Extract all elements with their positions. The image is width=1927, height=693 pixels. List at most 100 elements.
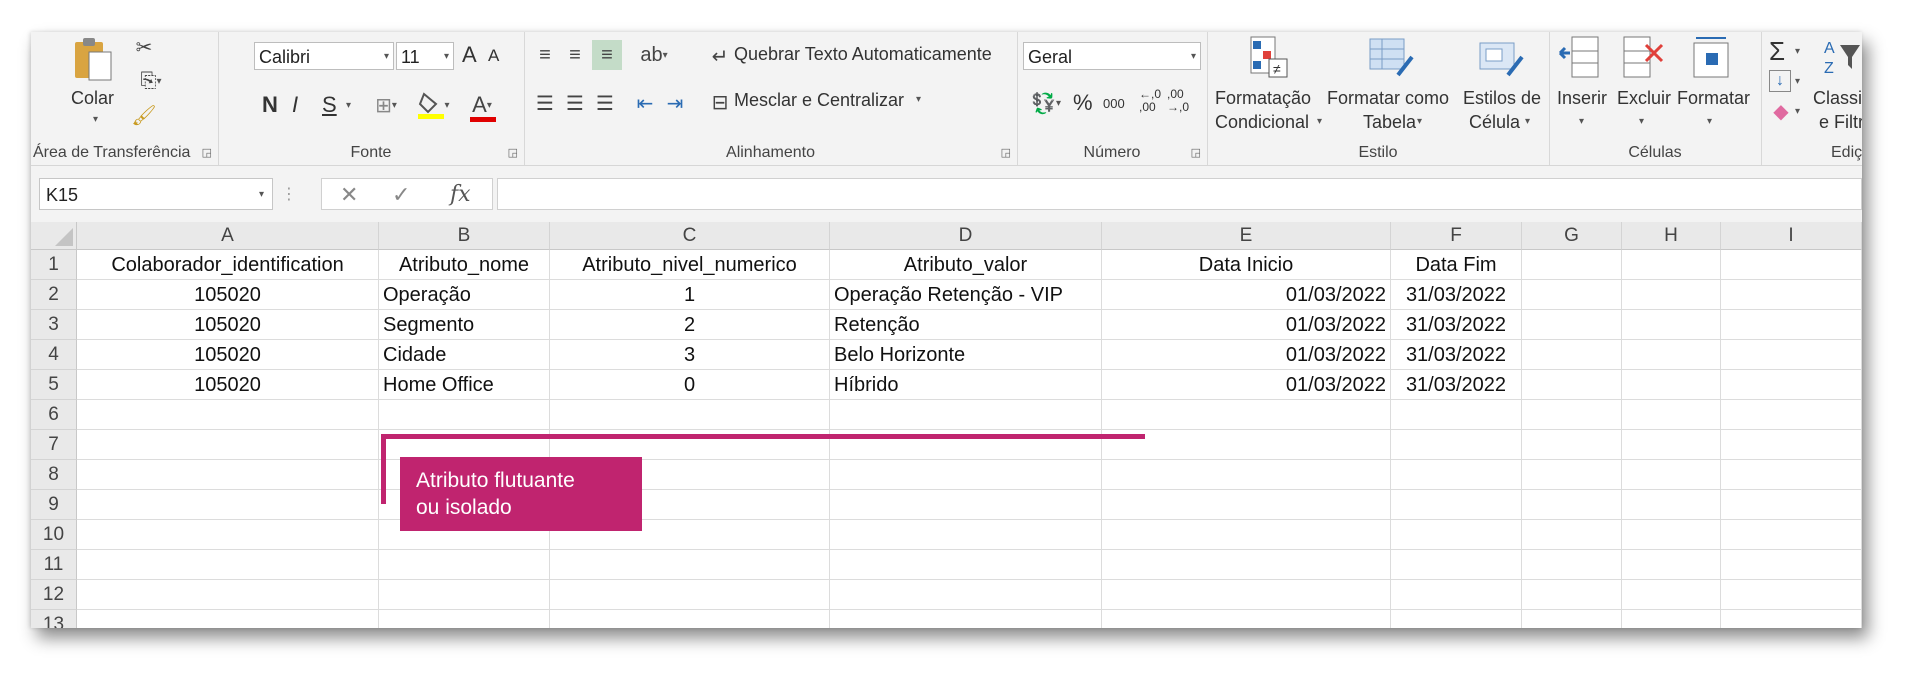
header-cell[interactable]: Atributo_nome (379, 250, 550, 280)
wrap-text-button[interactable]: Quebrar Texto Automaticamente (734, 44, 992, 65)
data-cell[interactable]: 105020 (77, 310, 379, 340)
data-cell[interactable]: Híbrido (830, 370, 1102, 400)
empty-cell[interactable] (550, 580, 830, 610)
underline-button[interactable]: S (322, 92, 337, 118)
paste-icon[interactable] (71, 34, 115, 86)
empty-cell[interactable] (1391, 460, 1522, 490)
empty-cell[interactable] (1522, 460, 1622, 490)
data-cell[interactable]: 31/03/2022 (1391, 370, 1522, 400)
row-header-8[interactable]: 8 (31, 460, 77, 490)
column-header-f[interactable]: F (1391, 222, 1522, 250)
empty-cell[interactable] (1721, 610, 1862, 628)
empty-cell[interactable] (830, 490, 1102, 520)
data-cell[interactable]: Cidade (379, 340, 550, 370)
cell-styles-label-1[interactable]: Estilos de (1463, 88, 1541, 109)
thousands-button[interactable]: 000 (1103, 96, 1125, 111)
column-header-d[interactable]: D (830, 222, 1102, 250)
row-header-1[interactable]: 1 (31, 250, 77, 280)
decrease-indent-icon[interactable]: ⇤ (632, 88, 658, 118)
data-cell[interactable]: Retenção (830, 310, 1102, 340)
underline-dropdown-icon[interactable]: ▾ (346, 100, 351, 111)
empty-cell[interactable] (1522, 520, 1622, 550)
empty-cell[interactable] (830, 580, 1102, 610)
decrease-decimal-button[interactable]: ,00 →,0 (1167, 88, 1189, 114)
empty-cell[interactable] (1721, 520, 1862, 550)
empty-cell[interactable] (1721, 550, 1862, 580)
empty-cell[interactable] (1721, 280, 1862, 310)
empty-cell[interactable] (1622, 520, 1721, 550)
italic-button[interactable]: I (292, 92, 298, 118)
clear-dropdown-icon[interactable]: ▾ (1795, 106, 1800, 117)
empty-cell[interactable] (1522, 430, 1622, 460)
align-bottom-icon[interactable]: ≡ (592, 40, 622, 70)
data-cell[interactable]: 31/03/2022 (1391, 280, 1522, 310)
empty-cell[interactable] (77, 490, 379, 520)
empty-cell[interactable] (830, 550, 1102, 580)
data-cell[interactable]: 105020 (77, 280, 379, 310)
column-header-b[interactable]: B (379, 222, 550, 250)
clear-icon[interactable]: ◆ (1769, 100, 1793, 123)
column-header-e[interactable]: E (1102, 222, 1391, 250)
column-header-i[interactable]: I (1721, 222, 1862, 250)
header-cell[interactable]: Data Fim (1391, 250, 1522, 280)
empty-cell[interactable] (1622, 370, 1721, 400)
delete-dropdown-icon[interactable]: ▾ (1639, 116, 1644, 127)
empty-cell[interactable] (1391, 580, 1522, 610)
delete-cells-button[interactable]: Excluir (1617, 88, 1671, 109)
empty-cell[interactable] (1622, 580, 1721, 610)
format-painter-icon[interactable]: 🖌 (131, 102, 157, 128)
borders-icon[interactable]: ⊞ ▾ (366, 90, 406, 120)
align-right-icon[interactable]: ☰ (592, 88, 618, 118)
merge-dropdown-icon[interactable]: ▾ (916, 94, 921, 105)
empty-cell[interactable] (1622, 340, 1721, 370)
empty-cell[interactable] (1721, 310, 1862, 340)
data-cell[interactable]: 0 (550, 370, 830, 400)
empty-cell[interactable] (1102, 400, 1391, 430)
merge-center-button[interactable]: Mesclar e Centralizar (734, 90, 904, 111)
row-header-11[interactable]: 11 (31, 550, 77, 580)
row-header-9[interactable]: 9 (31, 490, 77, 520)
percent-button[interactable]: % (1073, 90, 1093, 116)
autosum-dropdown-icon[interactable]: ▾ (1795, 46, 1800, 57)
empty-cell[interactable] (77, 550, 379, 580)
row-header-4[interactable]: 4 (31, 340, 77, 370)
empty-cell[interactable] (1622, 280, 1721, 310)
data-cell[interactable]: 01/03/2022 (1102, 280, 1391, 310)
row-header-3[interactable]: 3 (31, 310, 77, 340)
format-as-table-icon[interactable] (1367, 34, 1415, 82)
insert-cells-icon[interactable] (1557, 34, 1601, 80)
enter-icon[interactable]: ✓ (392, 182, 410, 208)
data-cell[interactable]: 31/03/2022 (1391, 340, 1522, 370)
row-header-6[interactable]: 6 (31, 400, 77, 430)
data-cell[interactable]: Operação Retenção - VIP (830, 280, 1102, 310)
format-as-table-label-1[interactable]: Formatar como (1327, 88, 1449, 109)
insert-dropdown-icon[interactable]: ▾ (1579, 116, 1584, 127)
row-header-7[interactable]: 7 (31, 430, 77, 460)
column-header-g[interactable]: G (1522, 222, 1622, 250)
empty-cell[interactable] (1721, 370, 1862, 400)
empty-cell[interactable] (77, 520, 379, 550)
sort-filter-icon[interactable]: AZ (1821, 34, 1862, 80)
data-cell[interactable]: Belo Horizonte (830, 340, 1102, 370)
data-cell[interactable]: Home Office (379, 370, 550, 400)
empty-cell[interactable] (1522, 580, 1622, 610)
empty-cell[interactable] (550, 550, 830, 580)
font-name-select[interactable]: Calibri ▾ (254, 42, 394, 70)
data-cell[interactable]: Operação (379, 280, 550, 310)
copy-icon[interactable]: ⎘ ▾ (131, 68, 171, 94)
empty-cell[interactable] (1391, 430, 1522, 460)
header-cell[interactable]: Colaborador_identification (77, 250, 379, 280)
data-cell[interactable]: 01/03/2022 (1102, 340, 1391, 370)
empty-cell[interactable] (1622, 490, 1721, 520)
conditional-format-icon[interactable]: ≠ (1245, 34, 1293, 82)
empty-cell[interactable] (1391, 490, 1522, 520)
format-dropdown-icon[interactable]: ▾ (1707, 116, 1712, 127)
empty-cell[interactable] (77, 580, 379, 610)
empty-cell[interactable] (1102, 580, 1391, 610)
conditional-format-label-2[interactable]: Condicional (1215, 112, 1309, 133)
data-cell[interactable]: 2 (550, 310, 830, 340)
bold-button[interactable]: N (262, 92, 278, 118)
grow-font-button[interactable]: A (462, 42, 477, 68)
header-cell[interactable]: Atributo_valor (830, 250, 1102, 280)
shrink-font-button[interactable]: A (488, 46, 499, 66)
